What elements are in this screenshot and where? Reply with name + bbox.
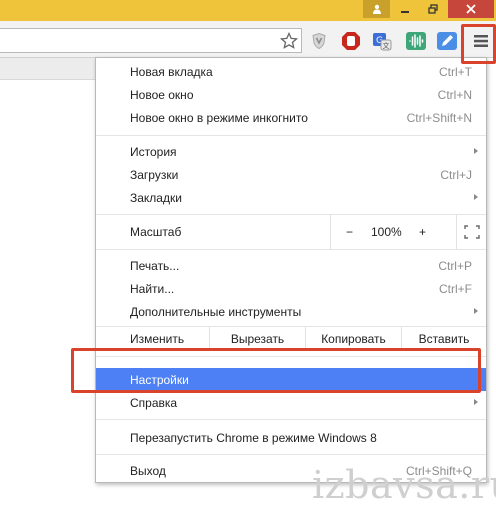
menu-item-new-window[interactable]: Новое окно Ctrl+N xyxy=(96,83,486,106)
menu-item-relaunch[interactable]: Перезапустить Chrome в режиме Windows 8 xyxy=(96,426,486,449)
zoom-in-button[interactable]: + xyxy=(419,225,426,239)
menu-item-label: Новое окно xyxy=(130,87,194,102)
star-icon xyxy=(280,32,298,49)
restore-button[interactable] xyxy=(420,0,446,18)
menu-item-incognito[interactable]: Новое окно в режиме инкогнито Ctrl+Shift… xyxy=(96,106,486,129)
extension-pen-button[interactable] xyxy=(436,30,458,52)
bookmark-star-button[interactable] xyxy=(278,30,300,52)
close-icon xyxy=(466,4,476,14)
menu-item-downloads[interactable]: Загрузки Ctrl+J xyxy=(96,163,486,186)
menu-item-label: Загрузки xyxy=(130,167,179,182)
extension-shield-button[interactable] xyxy=(308,30,330,52)
cut-label: Вырезать xyxy=(230,332,285,346)
menu-item-shortcut: Ctrl+T xyxy=(439,64,472,79)
submenu-arrow-icon xyxy=(474,194,478,200)
menu-item-label: Найти... xyxy=(130,281,175,296)
menu-item-find[interactable]: Найти... Ctrl+F xyxy=(96,277,486,300)
pen-icon xyxy=(437,32,457,50)
chrome-main-menu: Новая вкладка Ctrl+T Новое окно Ctrl+N Н… xyxy=(95,57,487,483)
menu-item-label: Перезапустить Chrome в режиме Windows 8 xyxy=(130,430,377,445)
menu-item-shortcut: Ctrl+J xyxy=(440,167,472,182)
menu-item-bookmarks[interactable]: Закладки xyxy=(96,186,486,209)
settings-callout xyxy=(71,348,481,393)
menu-separator xyxy=(96,454,486,455)
menu-item-more-tools[interactable]: Дополнительные инструменты xyxy=(96,300,486,323)
bookmarks-bar xyxy=(0,58,100,80)
fullscreen-icon xyxy=(463,225,480,239)
stop-hand-icon xyxy=(342,32,360,50)
window-titlebar xyxy=(0,0,496,21)
submenu-arrow-icon xyxy=(474,399,478,405)
extension-adblock-button[interactable] xyxy=(340,30,362,52)
svg-text:文: 文 xyxy=(383,41,390,50)
zoom-value: 100% xyxy=(371,225,402,239)
menu-item-shortcut: Ctrl+Shift+N xyxy=(406,110,472,125)
minimize-icon xyxy=(401,11,409,13)
menu-button-callout xyxy=(461,24,496,64)
shield-icon xyxy=(312,32,326,50)
menu-item-label: Выход xyxy=(130,463,166,478)
menu-item-new-tab[interactable]: Новая вкладка Ctrl+T xyxy=(96,60,486,83)
profile-button[interactable] xyxy=(363,0,390,18)
menu-separator xyxy=(96,135,486,136)
zoom-label: Масштаб xyxy=(130,225,182,239)
copy-label: Копировать xyxy=(321,332,386,346)
menu-separator xyxy=(96,249,486,250)
minimize-button[interactable] xyxy=(392,0,418,18)
user-icon xyxy=(372,4,381,14)
menu-item-zoom: Масштаб − 100% + xyxy=(96,215,486,249)
restore-icon xyxy=(428,4,438,14)
menu-item-label: Новое окно в режиме инкогнито xyxy=(130,110,308,125)
fullscreen-button[interactable] xyxy=(456,215,486,249)
zoom-controls: − 100% + xyxy=(330,215,456,249)
menu-item-shortcut: Ctrl+N xyxy=(437,87,472,102)
waveform-icon xyxy=(406,32,426,50)
menu-item-label: История xyxy=(130,144,177,159)
menu-item-help[interactable]: Справка xyxy=(96,391,486,414)
menu-separator xyxy=(96,419,486,420)
menu-item-history[interactable]: История xyxy=(96,140,486,163)
menu-item-label: Новая вкладка xyxy=(130,64,213,79)
submenu-arrow-icon xyxy=(474,148,478,154)
menu-item-shortcut: Ctrl+P xyxy=(438,258,472,273)
browser-toolbar: G文 xyxy=(0,21,496,58)
address-bar[interactable] xyxy=(0,28,302,53)
menu-item-label: Печать... xyxy=(130,258,180,273)
menu-item-shortcut: Ctrl+F xyxy=(439,281,472,296)
submenu-arrow-icon xyxy=(474,308,478,314)
edit-label: Изменить xyxy=(130,332,185,346)
menu-item-label: Закладки xyxy=(130,190,182,205)
menu-item-label: Справка xyxy=(130,395,178,410)
close-button[interactable] xyxy=(448,0,494,18)
zoom-out-button[interactable]: − xyxy=(346,225,353,239)
extension-translate-button[interactable]: G文 xyxy=(371,30,393,52)
translate-icon: G文 xyxy=(373,33,392,51)
menu-item-label: Дополнительные инструменты xyxy=(130,304,302,319)
paste-label: Вставить xyxy=(418,332,470,346)
extension-audio-button[interactable] xyxy=(405,30,427,52)
menu-item-print[interactable]: Печать... Ctrl+P xyxy=(96,254,486,277)
site-watermark: izbavsa.ru xyxy=(312,463,496,505)
